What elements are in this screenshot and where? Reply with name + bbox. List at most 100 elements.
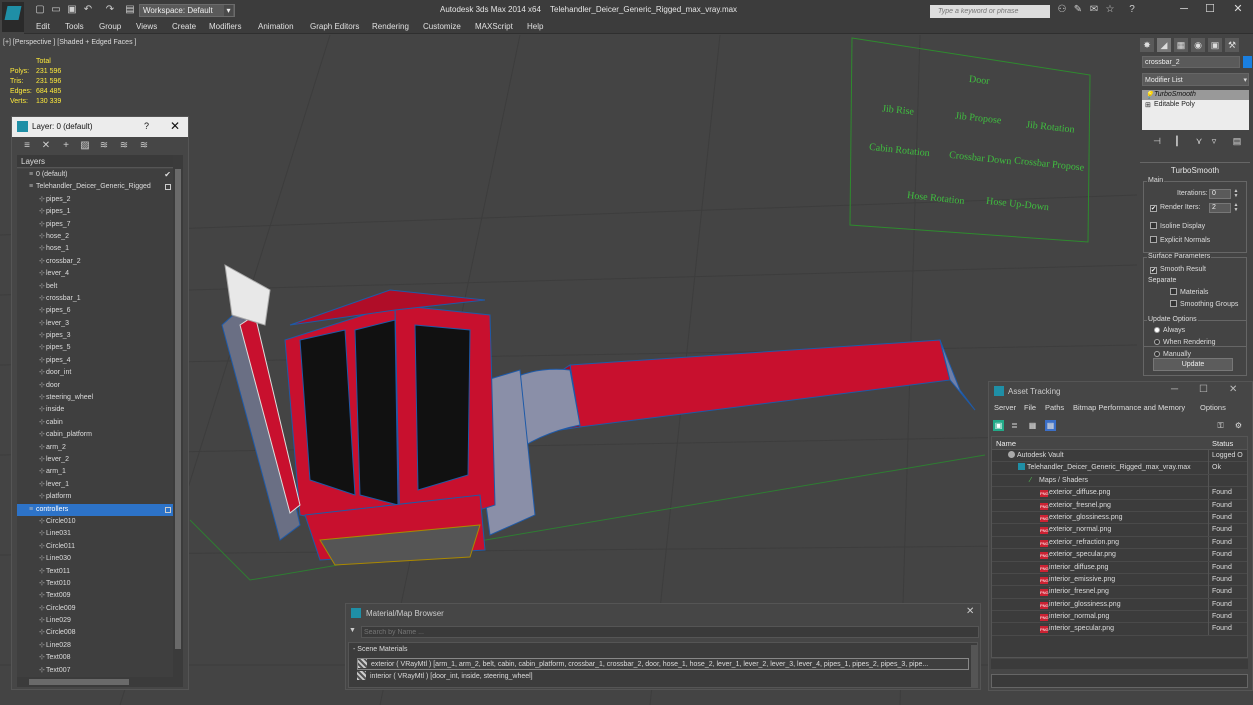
close-button[interactable]: ✕ [1229,384,1237,395]
search-input[interactable] [930,5,1050,18]
layer-object-row[interactable]: ⊹lever_1 [17,479,173,491]
open-file-icon[interactable]: ▭ [50,4,62,16]
rollout-title[interactable]: TurboSmooth [1140,166,1250,175]
asset-row[interactable]: Telehandler_Deicer_Generic_Rigged_max_vr… [992,462,1247,475]
layer-list-hscrollbar[interactable] [17,677,183,687]
save-file-icon[interactable]: ▣ [66,4,78,16]
project-folder-icon[interactable]: ▤ [124,4,136,16]
layer-object-row[interactable]: ⊹Text010 [17,578,173,590]
list-view-icon[interactable]: ≣ [1009,420,1020,431]
binoculars-icon[interactable]: ⚇ [1056,4,1068,16]
layer-list-scrollbar[interactable] [173,155,183,677]
close-button[interactable]: ✕ [966,606,974,617]
smoothing-groups-checkbox[interactable]: Smoothing Groups [1170,300,1238,308]
menu-bitmap-performance[interactable]: Bitmap Performance and Memory [1073,403,1185,412]
object-name-field[interactable] [1142,56,1240,68]
redo-icon[interactable]: ↷ [104,4,116,16]
layer-object-row[interactable]: ⊹Text008 [17,652,173,664]
minimize-button[interactable]: ─ [1172,2,1196,16]
menu-create[interactable]: Create [172,22,196,31]
menu-modifiers[interactable]: Modifiers [209,22,241,31]
asset-row[interactable]: PNGexterior_fresnel.png Found [992,499,1247,512]
layer-object-row[interactable]: ⊹Circle011 [17,541,173,553]
menu-tools[interactable]: Tools [65,22,84,31]
checkbox-icon[interactable] [1170,300,1177,307]
configure-sets-icon[interactable]: ▤ [1231,136,1243,148]
checkbox-icon[interactable]: ✔ [1150,205,1157,212]
checkbox-icon[interactable]: ✔ [1150,267,1157,274]
table-view-icon[interactable]: ▦ [1027,420,1038,431]
material-row-interior[interactable]: interior ( VRayMtl ) [door_int, inside, … [357,671,533,683]
menu-group[interactable]: Group [99,22,121,31]
update-manually-radio[interactable]: Manually [1154,351,1191,358]
layer-object-row[interactable]: ⊹Text011 [17,566,173,578]
layer-object-row[interactable]: ⊹door_int [17,367,173,379]
layer-object-row[interactable]: ⊹hose_1 [17,243,173,255]
checkbox-icon[interactable] [1170,288,1177,295]
asset-path-field[interactable] [991,674,1248,688]
utilities-tab-icon[interactable]: ⚒ [1225,38,1239,52]
asset-row[interactable]: ⁄ Maps / Shaders [992,474,1247,488]
update-always-radio[interactable]: Always [1154,327,1185,334]
telehandler-model[interactable] [221,264,976,566]
update-when-rendering-radio[interactable]: When Rendering [1154,339,1216,346]
viewport-label[interactable]: [+] [Perspective ] [Shaded + Edged Faces… [3,39,136,46]
layer-object-row[interactable]: ⊹arm_2 [17,442,173,454]
subscription-icon[interactable]: ✎ [1072,4,1084,16]
layer-object-row[interactable]: ⊹cabin [17,417,173,429]
menu-edit[interactable]: Edit [36,22,50,31]
menu-paths[interactable]: Paths [1045,403,1064,412]
asset-row[interactable]: PNGinterior_glossiness.png Found [992,598,1247,612]
remove-modifier-icon[interactable]: ▿ [1208,136,1220,148]
layer-object-row[interactable]: ⊹arm_1 [17,466,173,478]
layer-object-row[interactable]: ⊹steering_wheel [17,392,173,404]
spinner-arrows-icon[interactable]: ▲ ▼ [1233,189,1239,199]
layer-object-row[interactable]: ⊹Text009 [17,590,173,602]
expand-plus-icon[interactable]: ⊞ [1145,101,1151,111]
show-end-result-icon[interactable]: ┃ [1171,136,1183,148]
highlight-layer-icon[interactable]: ≋ [98,140,110,152]
layer-object-row[interactable]: ⊹pipes_6 [17,305,173,317]
modify-tab-icon[interactable]: ◢ [1157,38,1171,52]
asset-row[interactable]: PNGexterior_glossiness.png Found [992,511,1247,525]
menu-server[interactable]: Server [994,403,1016,412]
layer-object-row[interactable]: ⊹Circle008 [17,627,173,639]
layer-row[interactable]: ≡ controllers [17,503,173,516]
spinner-arrows-icon[interactable]: ▲ ▼ [1233,203,1239,213]
layer-object-row[interactable]: ⊹belt [17,281,173,293]
material-row-exterior[interactable]: exterior ( VRayMtl ) [arm_1, arm_2, belt… [357,658,969,670]
display-tab-icon[interactable]: ▣ [1208,38,1222,52]
menu-rendering[interactable]: Rendering [372,22,409,31]
maximize-button[interactable]: ☐ [1199,384,1208,395]
layer-object-row[interactable]: ⊹pipes_1 [17,206,173,218]
layer-object-row[interactable]: ⊹crossbar_2 [17,256,173,268]
options-chevron-icon[interactable]: ▼ [349,627,356,634]
hide-all-icon[interactable]: ≋ [118,140,130,152]
layer-object-row[interactable]: ⊹pipes_7 [17,219,173,231]
layer-object-row[interactable]: ⊹Line028 [17,640,173,652]
scrollbar-thumb[interactable] [29,679,129,685]
vault-login-icon[interactable]: ⚿ [1215,420,1226,431]
layer-object-row[interactable]: ⊹pipes_2 [17,194,173,206]
minimize-button[interactable]: ─ [1171,384,1178,395]
maximize-button[interactable]: ☐ [1198,2,1222,16]
asset-row[interactable]: PNGinterior_specular.png Found [992,623,1247,636]
iterations-spinner[interactable]: 0 [1209,189,1231,199]
asset-row[interactable]: PNGexterior_refraction.png Found [992,536,1247,550]
layer-object-row[interactable]: ⊹lever_2 [17,454,173,466]
layer-object-row[interactable]: ⊹Line031 [17,528,173,540]
current-layer-box-icon[interactable] [165,184,171,191]
add-to-layer-icon[interactable]: + [60,140,72,152]
layer-object-row[interactable]: ⊹cabin_platform [17,429,173,441]
checkbox-icon[interactable] [1150,236,1157,243]
isoline-checkbox[interactable]: Isoline Display [1150,222,1205,230]
asset-hscrollbar[interactable] [991,659,1248,669]
vault-settings-icon[interactable]: ⚙ [1233,420,1244,431]
render-iters-checkbox[interactable]: ✔ Render Iters: [1150,204,1200,212]
asset-row[interactable]: PNGexterior_specular.png Found [992,549,1247,562]
scrollbar-thumb[interactable] [175,169,181,649]
current-layer-box-icon[interactable] [165,506,171,513]
create-layer-icon[interactable]: ≡ [21,140,33,152]
layer-object-row[interactable]: ⊹Line029 [17,615,173,627]
material-browser-titlebar[interactable]: Material/Map Browser ✕ [346,604,980,622]
